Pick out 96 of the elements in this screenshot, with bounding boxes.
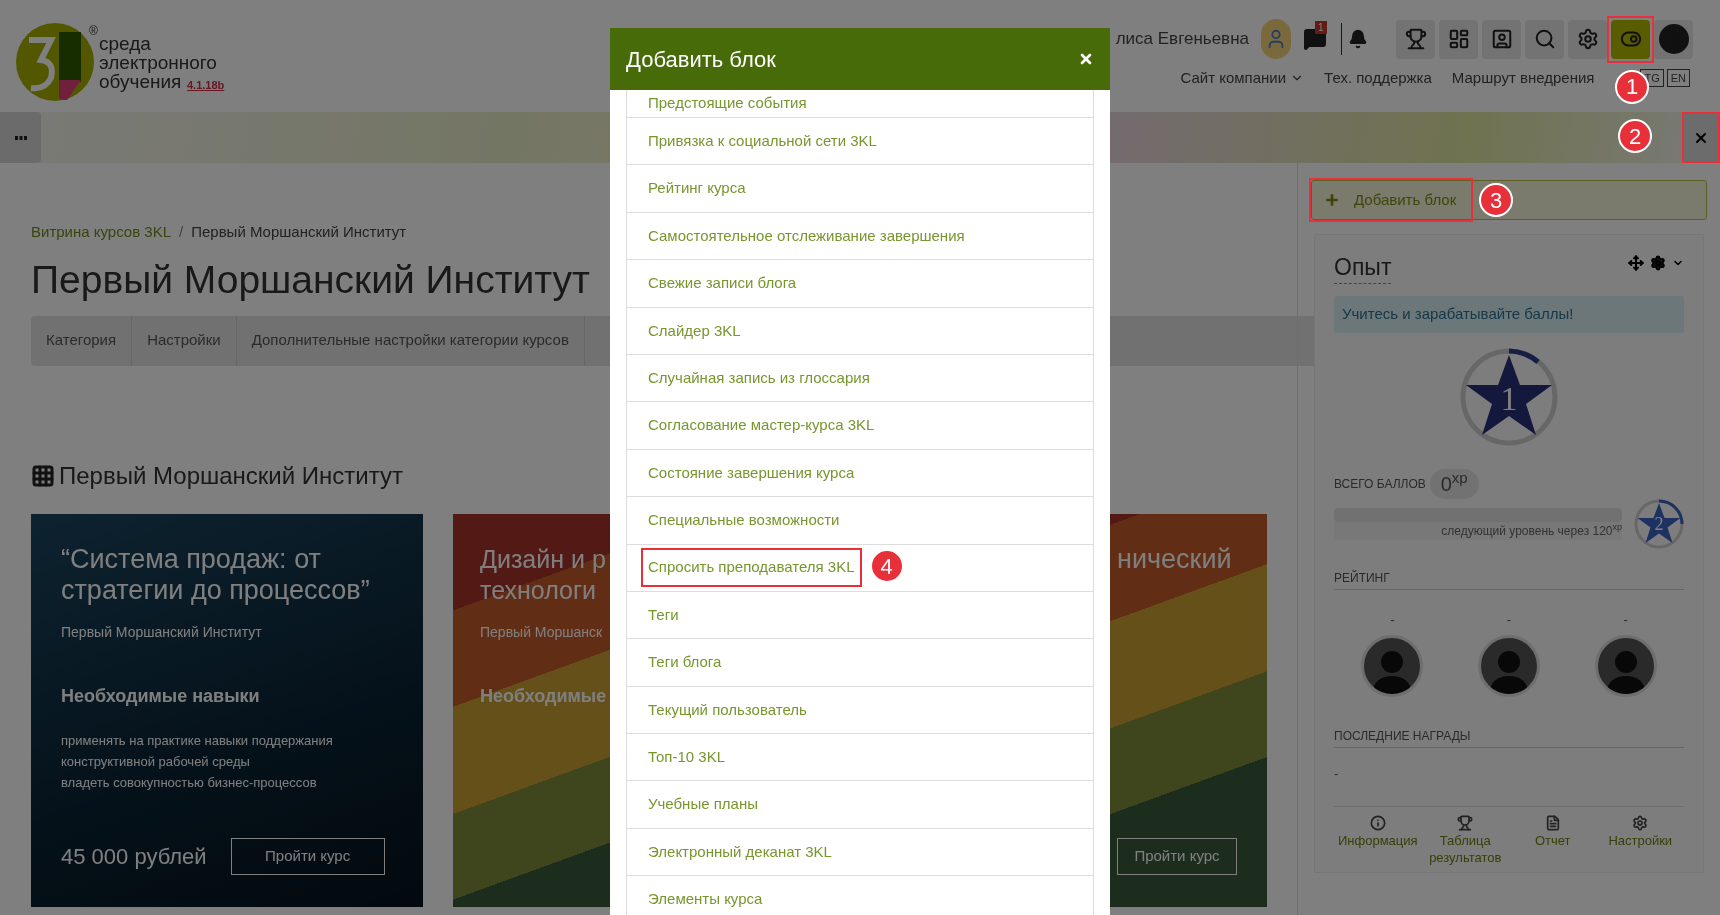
block-footer-link[interactable]: Настройки <box>1596 814 1684 866</box>
category-menu-button[interactable]: Дополнительные настройки категории курсов <box>236 315 585 366</box>
callout-badge: 3 <box>1479 183 1514 217</box>
block-type-item[interactable]: Теги блога <box>627 639 1093 687</box>
move-icon[interactable] <box>1628 255 1644 271</box>
trophy-icon <box>1404 28 1427 50</box>
registered-mark: ® <box>89 23 98 40</box>
block-type-item[interactable]: Рейтинг курса <box>627 165 1093 213</box>
course-institute: Первый Моршанск <box>480 622 604 642</box>
course-institute: Первый Моршанский Институт <box>61 622 263 642</box>
user-card-icon <box>1490 28 1513 50</box>
logo-text: среда <box>99 34 151 53</box>
block-type-item[interactable]: Текущий пользователь <box>627 686 1093 735</box>
block-footer-link[interactable]: Информация <box>1334 814 1422 866</box>
callout-badge: 4 <box>869 549 904 584</box>
category-menu-button[interactable]: Категория <box>31 315 133 366</box>
toolbar-button[interactable] <box>1396 19 1435 59</box>
callout-frame <box>1682 112 1720 163</box>
settings-icon <box>1576 28 1599 50</box>
enroll-button[interactable]: Пройти курс <box>1117 837 1237 875</box>
trophy-icon <box>1457 814 1474 831</box>
settings-icon <box>1632 814 1649 831</box>
bell-icon[interactable] <box>1348 29 1368 49</box>
toolbar-button[interactable] <box>1525 19 1564 59</box>
awards-title: ПОСЛЕДНИЕ НАГРАДЫ <box>1334 727 1684 748</box>
settings-icon[interactable] <box>1650 255 1666 271</box>
block-type-item[interactable]: Топ-10 3KL <box>627 734 1093 782</box>
toolbar-button[interactable] <box>1568 19 1607 59</box>
callout-frame <box>1607 15 1654 63</box>
block-type-item[interactable]: Предстоящие события <box>627 90 1093 118</box>
close-button[interactable] <box>1078 51 1094 67</box>
rating-value: - <box>1390 610 1395 629</box>
dashboard-icon <box>1447 28 1470 50</box>
info-icon <box>1369 814 1386 831</box>
info-notice: Учитесь и зарабатывайте баллы! <box>1334 296 1684 333</box>
rating-title: РЕЙТИНГ <box>1334 568 1684 590</box>
course-title: “Система продаж: от стратегии до процессов” <box>61 543 370 606</box>
block-type-item[interactable]: Согласование мастер-курса 3KL <box>627 402 1093 450</box>
skills-title: Необходимые <box>480 684 608 708</box>
plus-icon <box>1324 192 1340 208</box>
block-type-item[interactable]: Учебные планы <box>627 781 1093 829</box>
page-title: Первый Моршанский Институт <box>31 256 590 303</box>
block-type-item[interactable]: Самостоятельное отслеживание завершения <box>627 212 1093 261</box>
nav-link[interactable]: Маршрут внедрения <box>1451 67 1595 90</box>
callout-badge: 2 <box>1618 119 1652 153</box>
avatar-icon[interactable] <box>1261 19 1291 59</box>
block-title: Опыт <box>1334 253 1392 284</box>
toolbar-button[interactable] <box>1482 19 1521 59</box>
block-type-item[interactable]: Случайная запись из глоссария <box>627 354 1093 403</box>
block-type-item[interactable]: Теги <box>627 591 1093 640</box>
next-level-number: 2 <box>1654 513 1664 536</box>
block-type-item[interactable]: Слайдер 3KL <box>627 307 1093 355</box>
next-level-star-drawing <box>1634 498 1684 549</box>
level-number: 1 <box>1500 379 1518 419</box>
block-type-item[interactable]: Привязка к социальной сети 3KL <box>627 118 1093 166</box>
enroll-button[interactable]: Пройти курс <box>230 837 385 875</box>
rating-value: - <box>1506 610 1512 629</box>
block-type-item[interactable]: Свежие записи блога <box>627 260 1093 308</box>
breadcrumb-link[interactable]: Витрина курсов 3KL <box>31 221 171 244</box>
skills-text: применять на практике навыки поддержания конструктивной рабочей среды владеть совокупностью бизнес-процессов <box>61 731 334 792</box>
block-footer-link[interactable]: Таблица результатов <box>1421 814 1509 866</box>
category-menu-button[interactable]: Настройки <box>132 315 237 366</box>
message-count: 1 <box>1315 21 1327 34</box>
toolbar-button[interactable] <box>1439 19 1478 59</box>
nav-link[interactable]: Тех. поддержка <box>1324 67 1432 90</box>
report-icon <box>1544 814 1561 831</box>
more-icon <box>14 135 27 140</box>
awards-value: - <box>1334 765 1340 783</box>
course-price: 45 000 рублей <box>61 842 207 871</box>
course-title: Дизайн и р технологи <box>480 543 606 606</box>
block-type-item[interactable]: Спросить преподавателя 3KL 4 <box>627 544 1093 592</box>
version-link[interactable]: 4.1.18b <box>187 76 225 95</box>
toolbar-button[interactable] <box>1654 19 1693 59</box>
block-type-item[interactable]: Специальные возможности <box>627 497 1093 545</box>
toolbar-button[interactable] <box>1611 19 1650 59</box>
current-page-label: Первый Моршанский Институт <box>191 222 407 242</box>
close-icon <box>1078 51 1094 67</box>
search-icon <box>1533 28 1556 50</box>
grid-icon <box>31 463 55 488</box>
section-title: Первый Моршанский Институт <box>59 460 403 491</box>
skills-title: Необходимые навыки <box>61 684 261 708</box>
add-block-button[interactable]: Добавить блок 3 <box>1311 180 1707 220</box>
language-link[interactable]: EN <box>1666 69 1690 88</box>
rating-value: - <box>1623 610 1628 629</box>
user-name[interactable]: лиса Евгеньевна <box>1115 26 1249 52</box>
total-points-label: ВСЕГО БАЛЛОВ <box>1334 475 1426 493</box>
block-type-item[interactable]: Состояние завершения курса <box>627 449 1093 498</box>
nav-link[interactable]: Сайт компании <box>1180 67 1305 90</box>
dialog-title: Добавить блок <box>626 45 776 74</box>
course-card[interactable] <box>31 513 423 907</box>
total-points: 0$^{xp}$ <box>1429 468 1479 499</box>
block-type-item[interactable]: Электронный деканат 3KL <box>627 828 1093 877</box>
breadcrumb-separator: / <box>179 222 184 242</box>
block-footer-link[interactable]: Отчет <box>1509 814 1597 866</box>
course-title: нический <box>1117 543 1232 575</box>
block-type-item[interactable]: Элементы курса <box>627 876 1093 915</box>
